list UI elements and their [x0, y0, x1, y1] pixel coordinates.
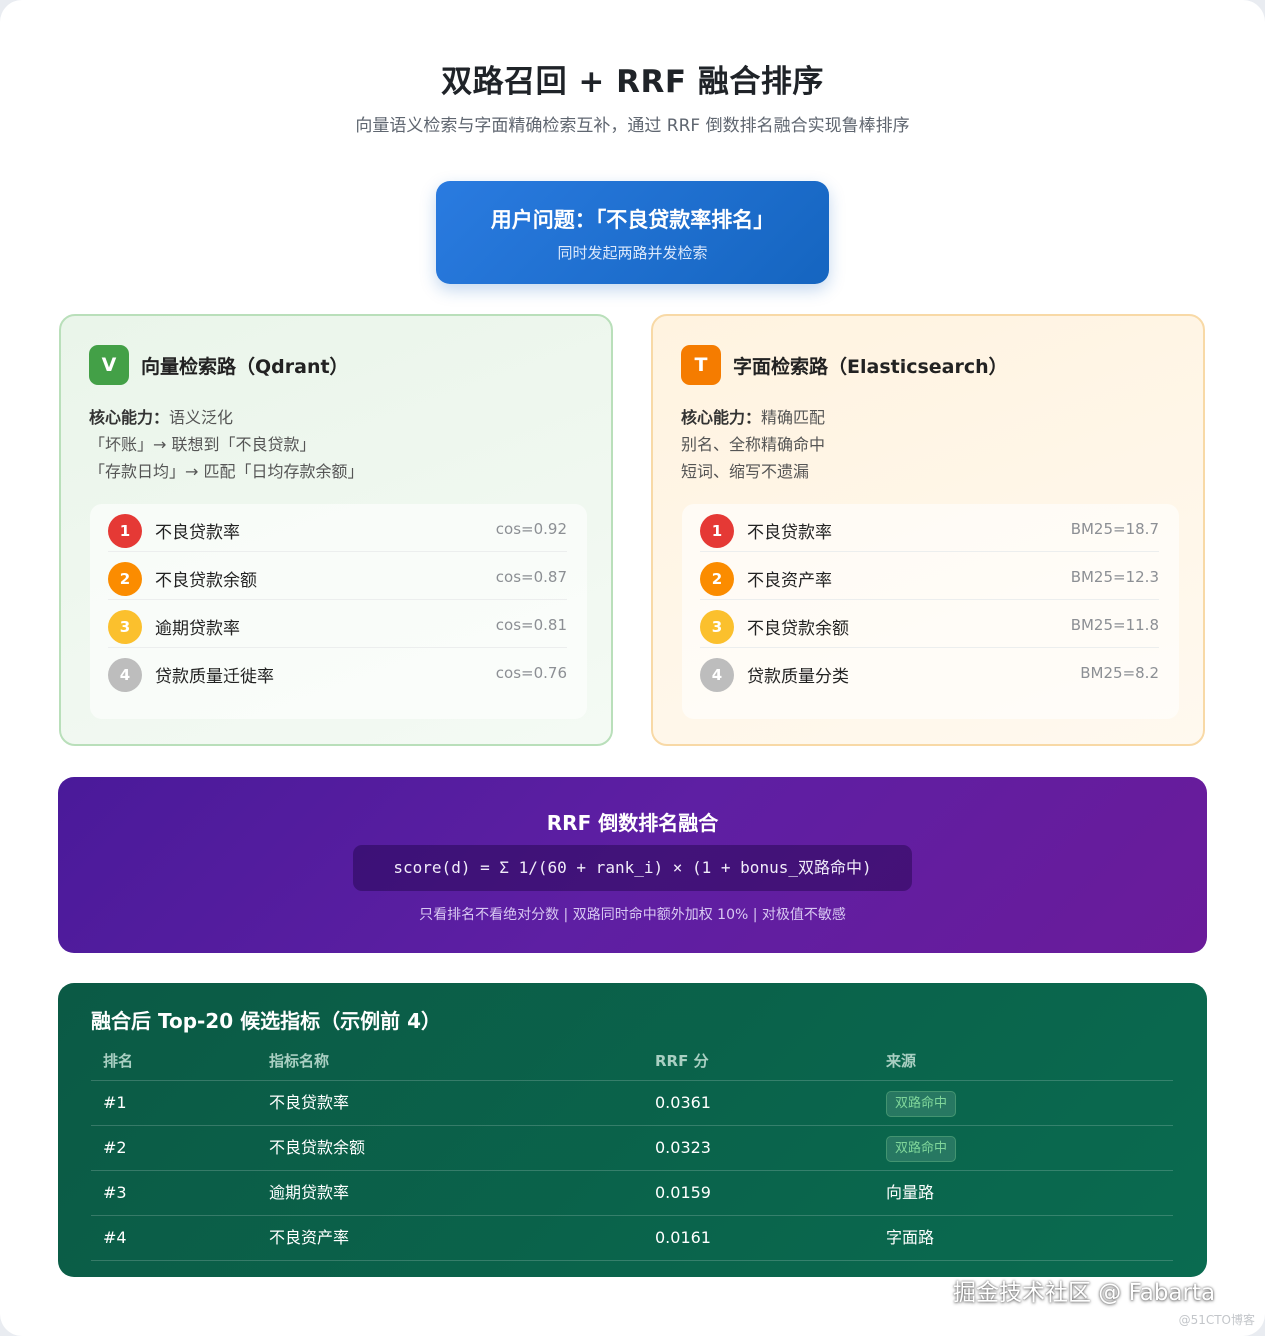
list-item: 4 贷款质量迁徙率 cos=0.76 [108, 648, 567, 695]
rrf-formula: score(d) = Σ 1/(60 + rank_i) × (1 + bonu… [353, 845, 912, 891]
vector-panel-title: 向量检索路（Qdrant） [141, 356, 349, 378]
dual-hit-badge: 双路命中 [886, 1090, 957, 1117]
rrf-fusion-box: RRF 倒数排名融合 score(d) = Σ 1/(60 + rank_i) … [58, 777, 1207, 953]
query-title: 用户问题：「不良贷款率排名」 [490, 208, 775, 232]
cell-name: 不良贷款率 [269, 1093, 350, 1112]
rank-badge: 3 [700, 610, 734, 644]
vector-ability: 核心能力：语义泛化 「坏账」→ 联想到「不良贷款」 「存款日均」→ 匹配「日均存… [89, 404, 364, 485]
rank-badge: 4 [700, 658, 734, 692]
rank-badge: 1 [700, 514, 734, 548]
result-name: 贷款质量迁徙率 [155, 667, 274, 687]
table-header: 排名 指标名称 RRF 分 来源 [91, 1043, 1173, 1081]
page-title: 双路召回 + RRF 融合排序 [441, 64, 824, 100]
result-score: BM25=8.2 [1080, 664, 1159, 682]
page-canvas: 双路召回 + RRF 融合排序 向量语义检索与字面精确检索互补，通过 RRF 倒… [0, 0, 1265, 1336]
text-ability-value: 精确匹配 [761, 408, 826, 427]
dual-hit-badge: 双路命中 [886, 1135, 957, 1162]
result-score: cos=0.76 [495, 664, 567, 682]
result-name: 不良贷款率 [747, 523, 832, 543]
result-score: cos=0.81 [495, 616, 567, 634]
cell-score: 0.0159 [655, 1183, 711, 1202]
text-result-list: 1 不良贷款率 BM25=18.7 2 不良资产率 BM25=12.3 3 不良… [682, 504, 1179, 719]
text-panel-title: 字面检索路（Elasticsearch） [733, 356, 1008, 378]
cell-rank: #4 [103, 1228, 127, 1247]
result-name: 不良资产率 [747, 571, 832, 591]
text-retrieval-panel: T 字面检索路（Elasticsearch） 核心能力：精确匹配 别名、全称精确… [651, 314, 1205, 746]
result-score: BM25=11.8 [1070, 616, 1159, 634]
list-item: 4 贷款质量分类 BM25=8.2 [700, 648, 1159, 695]
vector-retrieval-panel: V 向量检索路（Qdrant） 核心能力：语义泛化 「坏账」→ 联想到「不良贷款… [59, 314, 613, 746]
result-name: 逾期贷款率 [155, 619, 240, 639]
cell-name: 不良资产率 [269, 1228, 350, 1247]
cell-source: 字面路 [886, 1228, 935, 1247]
text-badge-icon: T [681, 345, 721, 385]
rank-badge: 2 [108, 562, 142, 596]
table-row: #3 逾期贷款率 0.0159 向量路 [91, 1171, 1173, 1216]
table-row: #1 不良贷款率 0.0361 双路命中 [91, 1081, 1173, 1126]
watermark: 掘金技术社区 @ Fabarta [953, 1280, 1216, 1306]
cell-name: 不良贷款余额 [269, 1138, 366, 1157]
watermark-secondary: @51CTO博客 [1178, 1313, 1255, 1327]
cell-score: 0.0161 [655, 1228, 711, 1247]
vector-ability-label: 核心能力： [89, 408, 170, 427]
rank-badge: 1 [108, 514, 142, 548]
page-subtitle: 向量语义检索与字面精确检索互补，通过 RRF 倒数排名融合实现鲁棒排序 [355, 116, 910, 136]
result-name: 贷款质量分类 [747, 667, 849, 687]
rank-badge: 3 [108, 610, 142, 644]
cell-rank: #3 [103, 1183, 127, 1202]
result-name: 不良贷款余额 [747, 619, 849, 639]
user-query-box: 用户问题：「不良贷款率排名」 同时发起两路并发检索 [436, 181, 829, 284]
text-ability: 核心能力：精确匹配 别名、全称精确命中 短词、缩写不遗漏 [681, 404, 825, 485]
rrf-note: 只看排名不看绝对分数 | 双路同时命中额外加权 10% | 对极值不敏感 [419, 907, 846, 923]
header-name: 指标名称 [269, 1052, 330, 1070]
text-note: 短词、缩写不遗漏 [681, 462, 810, 481]
result-name: 不良贷款率 [155, 523, 240, 543]
candidates-table: 排名 指标名称 RRF 分 来源 #1 不良贷款率 0.0361 双路命中 #2… [91, 1043, 1173, 1261]
result-score: cos=0.92 [495, 520, 567, 538]
rank-badge: 2 [700, 562, 734, 596]
cell-score: 0.0323 [655, 1138, 711, 1157]
list-item: 2 不良贷款余额 cos=0.87 [108, 552, 567, 600]
vector-note: 「坏账」→ 联想到「不良贷款」 [89, 435, 316, 454]
header-rank: 排名 [103, 1052, 134, 1070]
header-source: 来源 [886, 1052, 917, 1070]
cell-name: 逾期贷款率 [269, 1183, 350, 1202]
result-name: 不良贷款余额 [155, 571, 257, 591]
vector-badge-icon: V [89, 345, 129, 385]
cell-score: 0.0361 [655, 1093, 711, 1112]
list-item: 3 逾期贷款率 cos=0.81 [108, 600, 567, 648]
top-title: 融合后 Top-20 候选指标（示例前 4） [91, 1009, 441, 1033]
top-candidates-box: 融合后 Top-20 候选指标（示例前 4） 排名 指标名称 RRF 分 来源 … [58, 983, 1207, 1277]
cell-source: 双路命中 [886, 1126, 957, 1170]
text-note: 别名、全称精确命中 [681, 435, 826, 454]
rrf-title: RRF 倒数排名融合 [546, 811, 719, 835]
list-item: 1 不良贷款率 cos=0.92 [108, 504, 567, 552]
vector-ability-value: 语义泛化 [169, 408, 234, 427]
list-item: 3 不良贷款余额 BM25=11.8 [700, 600, 1159, 648]
cell-source: 双路命中 [886, 1081, 957, 1125]
result-score: BM25=12.3 [1070, 568, 1159, 586]
list-item: 2 不良资产率 BM25=12.3 [700, 552, 1159, 600]
rank-badge: 4 [108, 658, 142, 692]
cell-rank: #1 [103, 1093, 127, 1112]
list-item: 1 不良贷款率 BM25=18.7 [700, 504, 1159, 552]
text-ability-label: 核心能力： [681, 408, 762, 427]
table-row: #2 不良贷款余额 0.0323 双路命中 [91, 1126, 1173, 1171]
header-score: RRF 分 [655, 1052, 709, 1070]
result-score: cos=0.87 [495, 568, 567, 586]
result-score: BM25=18.7 [1070, 520, 1159, 538]
vector-result-list: 1 不良贷款率 cos=0.92 2 不良贷款余额 cos=0.87 3 逾期贷… [90, 504, 587, 719]
query-subtitle: 同时发起两路并发检索 [557, 244, 708, 262]
table-row: #4 不良资产率 0.0161 字面路 [91, 1216, 1173, 1261]
cell-source: 向量路 [886, 1183, 935, 1202]
cell-rank: #2 [103, 1138, 127, 1157]
vector-note: 「存款日均」→ 匹配「日均存款余额」 [89, 462, 364, 481]
